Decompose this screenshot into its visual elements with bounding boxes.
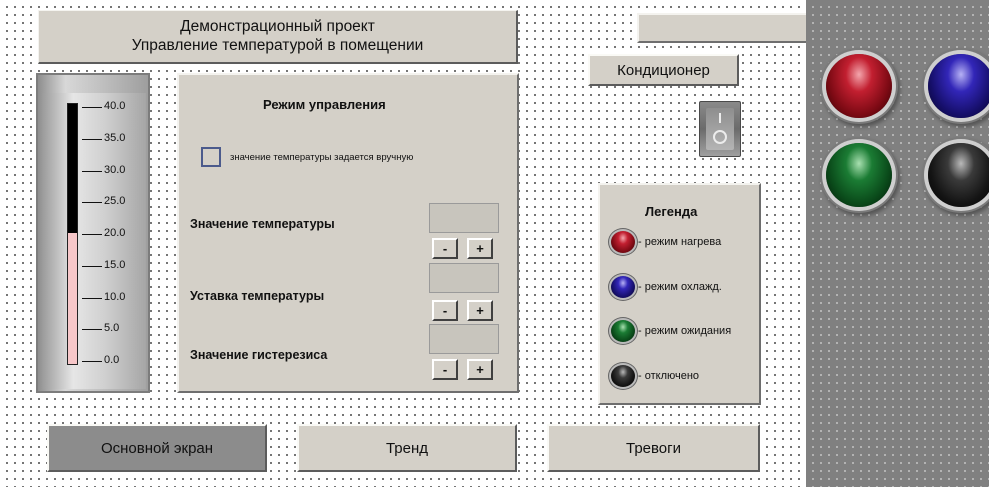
thermometer-tick: [82, 234, 102, 235]
thermometer-fill: [68, 233, 77, 364]
thermometer-tick-label: 40.0: [104, 100, 126, 112]
hysteresis-decrease-button[interactable]: -: [432, 359, 458, 380]
green-led-icon: [611, 320, 635, 342]
thermometer-tube: [67, 103, 78, 365]
thermometer-tick: [82, 202, 102, 204]
thermometer-tick-label: 35.0: [104, 131, 126, 144]
conditioner-label-plate: Кондиционер: [588, 54, 739, 86]
manual-temperature-checkbox-label: значение температуры задается вручную: [230, 152, 414, 163]
switch-on-mark: [719, 113, 721, 123]
black-led-icon: [928, 143, 989, 207]
temperature-value-label: Значение температуры: [190, 217, 335, 231]
manual-temperature-checkbox[interactable]: [201, 147, 221, 167]
setpoint-label: Уставка температуры: [190, 289, 325, 303]
control-mode-heading: Режим управления: [263, 97, 386, 112]
top-status-field: [637, 13, 808, 43]
thermometer-tick: [82, 107, 102, 108]
thermometer-tick-label: 5.0: [104, 322, 120, 335]
legend-heating-text: - режим нагрева: [638, 236, 722, 248]
black-led-icon: [611, 365, 635, 387]
main-screen-button[interactable]: Основной экран: [47, 424, 267, 472]
thermometer-tick: [82, 170, 102, 172]
thermometer-tick-label: 15.0: [104, 258, 126, 271]
thermometer-tick: [82, 329, 102, 331]
setpoint-increase-button[interactable]: +: [467, 300, 493, 321]
temperature-value-field: [429, 203, 499, 233]
alarms-button[interactable]: Тревоги: [547, 424, 760, 472]
trend-button[interactable]: Тренд: [297, 424, 517, 472]
legend-cooling-text: - режим охлажд.: [638, 281, 722, 293]
thermometer-gauge: 40.0 35.0 30.0 25.0 20.0 15.0 10.0 5.0 0.0: [36, 73, 150, 393]
indicator-side-panel: [806, 0, 989, 487]
legend-off-text: - отключено: [638, 370, 700, 382]
thermometer-tick-label: 10.0: [104, 290, 126, 303]
control-mode-panel: Режим управления значение температуры за…: [177, 73, 519, 393]
hysteresis-field: [429, 324, 499, 354]
temperature-decrease-button[interactable]: -: [432, 238, 458, 259]
thermometer-tick-label: 30.0: [104, 163, 126, 176]
legend-panel: Легенда - режим нагрева - режим охлажд. …: [598, 183, 761, 405]
thermometer-tick-label: 0.0: [104, 354, 120, 366]
red-led-icon: [611, 231, 635, 253]
toggle-switch-icon[interactable]: [699, 101, 741, 157]
legend-heading: Легенда: [645, 204, 698, 219]
thermometer-tick: [82, 297, 102, 299]
temperature-increase-button[interactable]: +: [467, 238, 493, 259]
hysteresis-increase-button[interactable]: +: [467, 359, 493, 380]
project-title-line1: Демонстрационный проект: [180, 18, 375, 35]
thermometer-tick-label: 20.0: [104, 227, 126, 239]
legend-standby-text: - режим ожидания: [638, 325, 732, 337]
blue-led-icon: [928, 54, 989, 118]
thermometer-tick-label: 25.0: [104, 195, 126, 208]
thermometer-tick: [82, 265, 102, 267]
setpoint-decrease-button[interactable]: -: [432, 300, 458, 321]
thermometer-tick: [82, 361, 102, 362]
project-title-line2: Управление температурой в помещении: [131, 37, 424, 54]
blue-led-icon: [611, 276, 635, 298]
hysteresis-label: Значение гистерезиса: [190, 348, 328, 362]
red-led-icon: [826, 54, 892, 118]
setpoint-field: [429, 263, 499, 293]
thermometer-scale-area: [42, 93, 146, 389]
green-led-icon: [826, 143, 892, 207]
thermometer-tick: [82, 138, 102, 140]
switch-off-mark: [713, 130, 727, 144]
project-title-plate: Демонстрационный проект Управление темпе…: [38, 10, 518, 64]
